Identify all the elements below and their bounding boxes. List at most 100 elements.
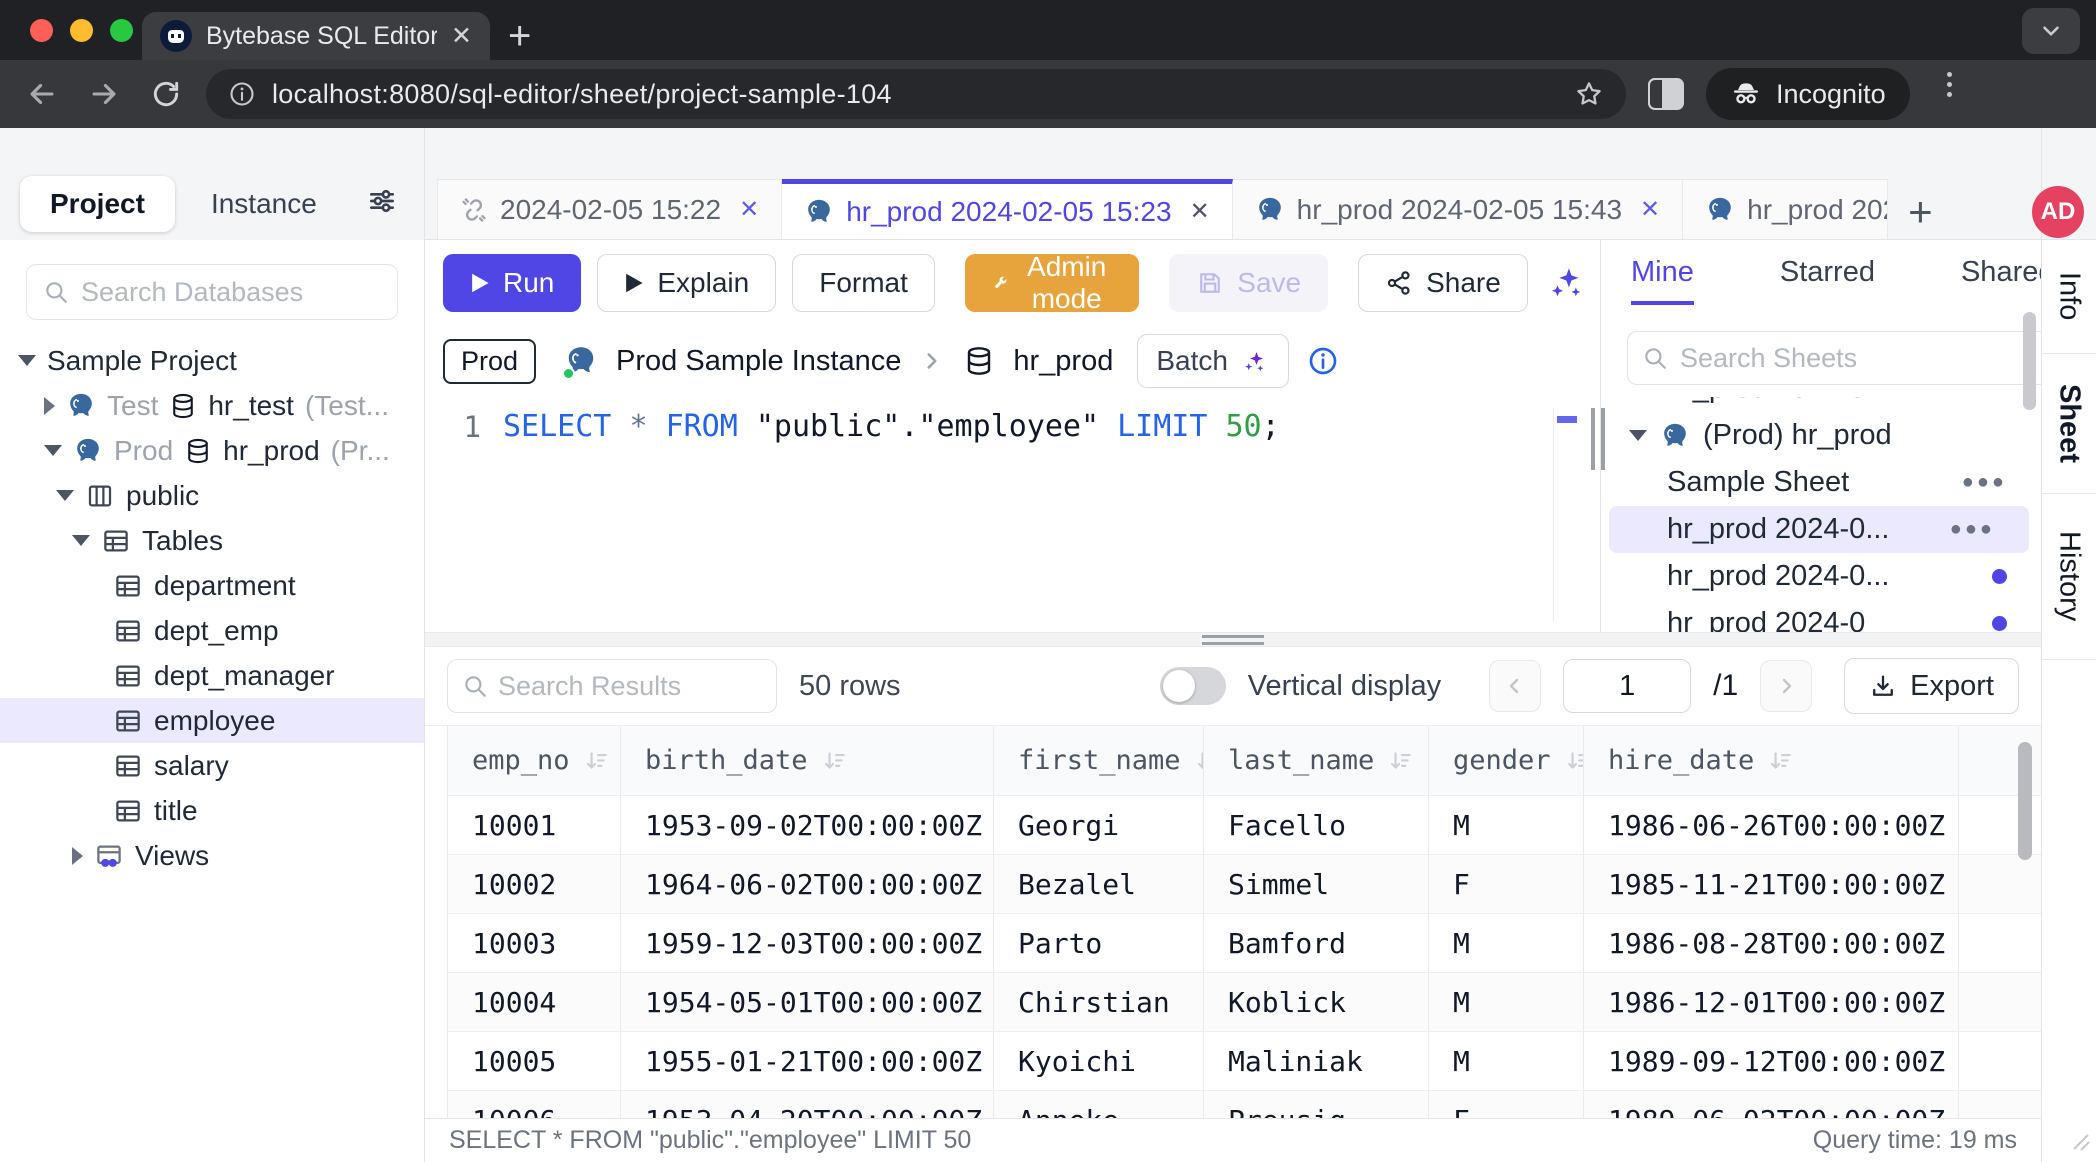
new-tab-button[interactable]: + [508, 14, 531, 58]
column-header-gender[interactable]: gender [1428, 726, 1583, 795]
sheet-menu-dots-icon[interactable]: ●●● [1962, 471, 2007, 494]
sheet-list-scrollbar[interactable] [2023, 312, 2036, 410]
prev-page-button[interactable] [1489, 660, 1541, 712]
tab-instance[interactable]: Instance [181, 176, 347, 232]
table-cell[interactable]: 1986-08-28T00:00:00Z [1583, 914, 1958, 972]
table-row[interactable]: 100031959-12-03T00:00:00ZPartoBamfordM19… [447, 914, 2041, 973]
browser-tab[interactable]: Bytebase SQL Editor ✕ [142, 12, 490, 60]
rail-tab-sheet[interactable]: Sheet [2042, 354, 2096, 494]
table-cell[interactable]: 10006 [447, 1091, 620, 1118]
rail-tab-history[interactable]: History [2042, 494, 2096, 660]
table-cell[interactable]: Maliniak [1203, 1032, 1428, 1090]
explain-button[interactable]: Explain [597, 254, 776, 312]
table-row[interactable]: 100011953-09-02T00:00:00ZGeorgiFacelloM1… [447, 796, 2041, 855]
tree-item-department[interactable]: department [0, 563, 424, 608]
close-tab-icon[interactable]: ✕ [451, 24, 472, 49]
table-cell[interactable]: Chirstian [993, 973, 1203, 1031]
browser-menu-icon[interactable] [1928, 72, 1972, 116]
tree-item-employee[interactable]: employee [0, 698, 424, 743]
export-button[interactable]: Export [1844, 658, 2019, 714]
tree-item-title[interactable]: title [0, 788, 424, 833]
table-cell[interactable]: 1953-09-02T00:00:00Z [620, 796, 993, 854]
table-cell[interactable]: Bezalel [993, 855, 1203, 913]
vertical-display-toggle[interactable] [1160, 667, 1226, 705]
table-cell[interactable]: 1955-01-21T00:00:00Z [620, 1032, 993, 1090]
column-header-emp_no[interactable]: emp_no [447, 726, 620, 795]
sheet-panel-tab-shared-w[interactable]: Shared w [1961, 256, 2041, 305]
tab-search-chevron-icon[interactable] [2022, 8, 2080, 54]
table-cell[interactable]: Simmel [1203, 855, 1428, 913]
table-row[interactable]: 100061953-04-20T00:00:00ZAnnekePreusigF1… [447, 1091, 2041, 1118]
table-cell[interactable]: 10002 [447, 855, 620, 913]
table-row[interactable]: 100051955-01-21T00:00:00ZKyoichiMaliniak… [447, 1032, 2041, 1091]
sheet-tab-1[interactable]: hr_prod 2024-02-05 15:23✕ [782, 179, 1232, 239]
next-page-button[interactable] [1760, 660, 1812, 712]
back-icon[interactable] [20, 72, 64, 116]
tree-item-hr_prod[interactable]: Prodhr_prod(Pr... [0, 428, 424, 473]
table-cell[interactable]: 1985-11-21T00:00:00Z [1583, 855, 1958, 913]
database-name[interactable]: hr_prod [1013, 345, 1113, 378]
add-sheet-tab-button[interactable]: + [1908, 191, 1933, 233]
sort-icon[interactable] [584, 748, 610, 774]
run-button[interactable]: Run [443, 254, 581, 312]
table-cell[interactable]: Facello [1203, 796, 1428, 854]
search-sheets-input[interactable] [1680, 343, 2034, 374]
avatar[interactable]: AD [2032, 186, 2084, 238]
close-sheet-tab-icon[interactable]: ✕ [739, 195, 759, 224]
table-cell[interactable]: Anneke [993, 1091, 1203, 1118]
sort-icon[interactable] [1195, 748, 1203, 774]
table-cell[interactable]: 10005 [447, 1032, 620, 1090]
site-info-icon[interactable] [228, 80, 256, 108]
table-cell[interactable]: M [1428, 1032, 1583, 1090]
close-window-button[interactable] [30, 19, 53, 42]
panel-resize-handle[interactable] [1591, 408, 1605, 470]
filter-sliders-icon[interactable] [366, 185, 398, 222]
table-cell[interactable]: Kyoichi [993, 1032, 1203, 1090]
window-resize-grip[interactable] [2070, 1131, 2092, 1158]
sheet-item-1[interactable]: (Prod) hr_prod [1601, 412, 2041, 459]
maximize-window-button[interactable] [110, 19, 133, 42]
sheet-menu-dots-icon[interactable]: ●●● [1950, 518, 1995, 541]
caret-right-icon[interactable] [44, 397, 55, 415]
column-header-last_name[interactable]: last_name [1203, 726, 1428, 795]
tree-item-dept_emp[interactable]: dept_emp [0, 608, 424, 653]
tab-project[interactable]: Project [20, 176, 175, 232]
column-header-hire_date[interactable]: hire_date [1583, 726, 1958, 795]
table-cell[interactable]: 1959-12-03T00:00:00Z [620, 914, 993, 972]
table-cell[interactable]: 10004 [447, 973, 620, 1031]
table-cell[interactable]: 1986-12-01T00:00:00Z [1583, 973, 1958, 1031]
sort-icon[interactable] [1768, 748, 1794, 774]
tree-item-public[interactable]: public [0, 473, 424, 518]
table-cell[interactable]: 1989-09-12T00:00:00Z [1583, 1032, 1958, 1090]
table-cell[interactable]: M [1428, 914, 1583, 972]
batch-button[interactable]: Batch [1137, 334, 1289, 388]
sheet-tab-2[interactable]: hr_prod 2024-02-05 15:43✕ [1233, 179, 1683, 239]
table-cell[interactable]: 1989-06-02T00:00:00Z [1583, 1091, 1958, 1118]
table-cell[interactable]: 1986-06-26T00:00:00Z [1583, 796, 1958, 854]
environment-chip[interactable]: Prod [443, 339, 536, 384]
tree-item-salary[interactable]: salary [0, 743, 424, 788]
sheet-panel-tab-mine[interactable]: Mine [1631, 256, 1694, 305]
table-cell[interactable]: 10001 [447, 796, 620, 854]
minimize-window-button[interactable] [70, 19, 93, 42]
sheet-item-3[interactable]: hr_prod 2024-0...●●● [1609, 506, 2029, 553]
sheet-item-0[interactable]: hr_prod 2024-0... [1601, 397, 2041, 412]
page-number-input[interactable] [1563, 659, 1691, 713]
caret-right-icon[interactable] [72, 847, 83, 865]
table-cell[interactable]: 1954-05-01T00:00:00Z [620, 973, 993, 1031]
close-sheet-tab-icon[interactable]: ✕ [1190, 197, 1210, 226]
sheet-item-2[interactable]: Sample Sheet●●● [1601, 459, 2041, 506]
address-bar[interactable]: localhost:8080/sql-editor/sheet/project-… [206, 69, 1626, 119]
tree-item-hr_test[interactable]: Testhr_test(Test... [0, 383, 424, 428]
side-panel-icon[interactable] [1644, 72, 1688, 116]
results-scrollbar[interactable] [2018, 742, 2032, 860]
sheet-panel-tab-starred[interactable]: Starred [1780, 256, 1875, 305]
search-databases-input[interactable] [81, 277, 381, 308]
table-row[interactable]: 100041954-05-01T00:00:00ZChirstianKoblic… [447, 973, 2041, 1032]
table-cell[interactable]: 10003 [447, 914, 620, 972]
results-resize-divider[interactable] [425, 632, 2041, 647]
table-cell[interactable]: Parto [993, 914, 1203, 972]
table-cell[interactable]: M [1428, 973, 1583, 1031]
admin-mode-button[interactable]: Admin mode [965, 254, 1139, 312]
reload-icon[interactable] [144, 72, 188, 116]
